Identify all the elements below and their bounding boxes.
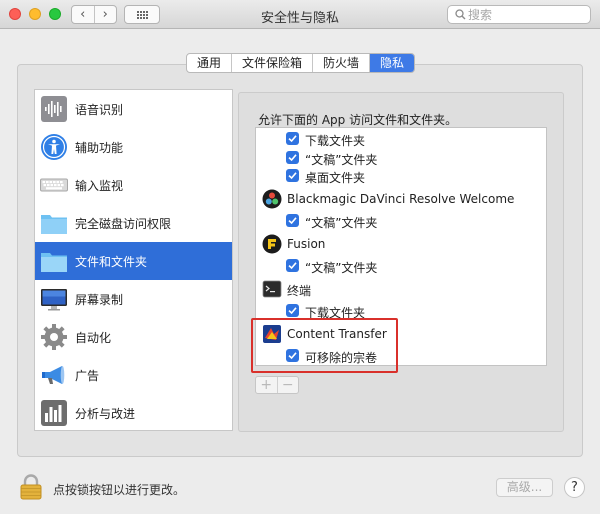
sidebar-item-label: 输入监视 bbox=[75, 179, 124, 193]
checkmark-icon bbox=[288, 307, 297, 315]
app-permission-list[interactable]: 下载文件夹 “文稿”文件夹 桌面文件夹 Blackmagic DaVinci R… bbox=[255, 127, 547, 366]
sidebar-item-automation[interactable]: 自动化 bbox=[35, 318, 232, 356]
checkmark-icon bbox=[288, 135, 297, 143]
app-row[interactable]: Blackmagic DaVinci Resolve Welcome bbox=[256, 188, 546, 210]
app-name: Content Transfer bbox=[287, 327, 387, 341]
app-row[interactable]: Fusion bbox=[256, 233, 546, 255]
tab-privacy[interactable]: 隐私 bbox=[369, 54, 415, 72]
content-transfer-icon bbox=[263, 325, 281, 343]
permission-row[interactable]: 可移除的宗卷 bbox=[256, 345, 546, 365]
search-input[interactable] bbox=[468, 7, 586, 22]
sidebar-item-speech-recognition[interactable]: 语音识别 bbox=[35, 90, 232, 128]
permission-row[interactable]: “文稿”文件夹 bbox=[256, 210, 546, 232]
sidebar-item-label: 完全磁盘访问权限 bbox=[75, 217, 172, 231]
sidebar-item-label: 分析与改进 bbox=[75, 407, 136, 421]
add-button[interactable]: + bbox=[256, 377, 277, 393]
sidebar-item-screen-recording[interactable]: 屏幕录制 bbox=[35, 280, 232, 318]
sidebar-item-full-disk-access[interactable]: 完全磁盘访问权限 bbox=[35, 204, 232, 242]
permission-label: “文稿”文件夹 bbox=[305, 261, 378, 275]
tab-bar: 通用 文件保险箱 防火墙 隐私 bbox=[186, 53, 416, 73]
removable-volumes-checkbox[interactable] bbox=[286, 349, 299, 362]
checkmark-icon bbox=[288, 217, 297, 225]
app-row[interactable]: Content Transfer bbox=[256, 323, 546, 345]
sidebar-item-accessibility[interactable]: 辅助功能 bbox=[35, 128, 232, 166]
app-name: 终端 bbox=[287, 284, 312, 298]
documents-checkbox[interactable] bbox=[286, 214, 299, 227]
help-button[interactable]: ? bbox=[564, 477, 585, 498]
app-name: Blackmagic DaVinci Resolve Welcome bbox=[287, 192, 515, 206]
terminal-icon bbox=[262, 280, 282, 298]
remove-button[interactable]: − bbox=[276, 377, 299, 393]
permission-row[interactable]: “文稿”文件夹 bbox=[256, 255, 546, 277]
checkmark-icon bbox=[288, 172, 297, 180]
accessibility-icon bbox=[41, 134, 67, 160]
keyboard-icon bbox=[40, 178, 68, 192]
permission-label: 可移除的宗卷 bbox=[305, 351, 378, 365]
voice-waveform-icon bbox=[41, 96, 67, 122]
search-icon bbox=[455, 9, 466, 20]
sidebar-item-label: 文件和文件夹 bbox=[75, 255, 148, 269]
lock-icon[interactable] bbox=[19, 474, 43, 500]
bar-chart-icon bbox=[41, 400, 67, 426]
checkmark-icon bbox=[288, 352, 297, 360]
documents-checkbox[interactable] bbox=[286, 259, 299, 272]
gear-icon bbox=[41, 324, 67, 350]
sidebar-item-label: 广告 bbox=[75, 369, 100, 383]
sidebar-item-label: 辅助功能 bbox=[75, 141, 124, 155]
app-name: Fusion bbox=[287, 237, 326, 251]
sidebar-item-analytics[interactable]: 分析与改进 bbox=[35, 394, 232, 430]
checkmark-icon bbox=[288, 154, 297, 162]
app-row[interactable]: 终端 bbox=[256, 278, 546, 300]
tab-firewall[interactable]: 防火墙 bbox=[312, 54, 369, 72]
checkmark-icon bbox=[288, 262, 297, 270]
documents-checkbox[interactable] bbox=[286, 151, 299, 164]
davinci-resolve-icon bbox=[262, 189, 282, 209]
privacy-category-list[interactable]: 语音识别 辅助功能 输入监视 完全磁盘访问权限 文件和文件夹 屏幕录制 自动化 … bbox=[34, 89, 233, 431]
folder-icon bbox=[41, 215, 67, 234]
folder-icon bbox=[41, 253, 67, 272]
sidebar-item-label: 自动化 bbox=[75, 331, 112, 345]
downloads-checkbox[interactable] bbox=[286, 304, 299, 317]
permission-label: “文稿”文件夹 bbox=[305, 216, 378, 230]
sidebar-item-files-and-folders[interactable]: 文件和文件夹 bbox=[35, 242, 232, 280]
display-icon bbox=[41, 289, 67, 311]
fusion-icon bbox=[262, 234, 282, 254]
permission-label: 桌面文件夹 bbox=[305, 171, 366, 185]
pane-heading: 允许下面的 App 访问文件和文件夹。 bbox=[258, 113, 458, 127]
title-bar: ‹ › 安全性与隐私 bbox=[0, 0, 600, 29]
permission-row[interactable]: 下载文件夹 bbox=[256, 300, 546, 322]
tab-general[interactable]: 通用 bbox=[187, 54, 231, 72]
sidebar-item-input-monitoring[interactable]: 输入监视 bbox=[35, 166, 232, 204]
sidebar-item-advertising[interactable]: 广告 bbox=[35, 356, 232, 394]
downloads-checkbox[interactable] bbox=[286, 132, 299, 145]
advanced-button[interactable]: 高级... bbox=[496, 478, 553, 497]
megaphone-icon bbox=[42, 366, 65, 384]
sidebar-item-label: 语音识别 bbox=[75, 103, 124, 117]
add-remove-buttons: + − bbox=[255, 376, 299, 394]
sidebar-item-label: 屏幕录制 bbox=[75, 293, 124, 307]
search-field[interactable] bbox=[447, 5, 591, 24]
desktop-checkbox[interactable] bbox=[286, 169, 299, 182]
lock-hint: 点按锁按钮以进行更改。 bbox=[53, 483, 186, 497]
permission-row[interactable]: 桌面文件夹 bbox=[256, 165, 546, 187]
tab-filevault[interactable]: 文件保险箱 bbox=[231, 54, 312, 72]
permission-label: 下载文件夹 bbox=[305, 306, 366, 320]
